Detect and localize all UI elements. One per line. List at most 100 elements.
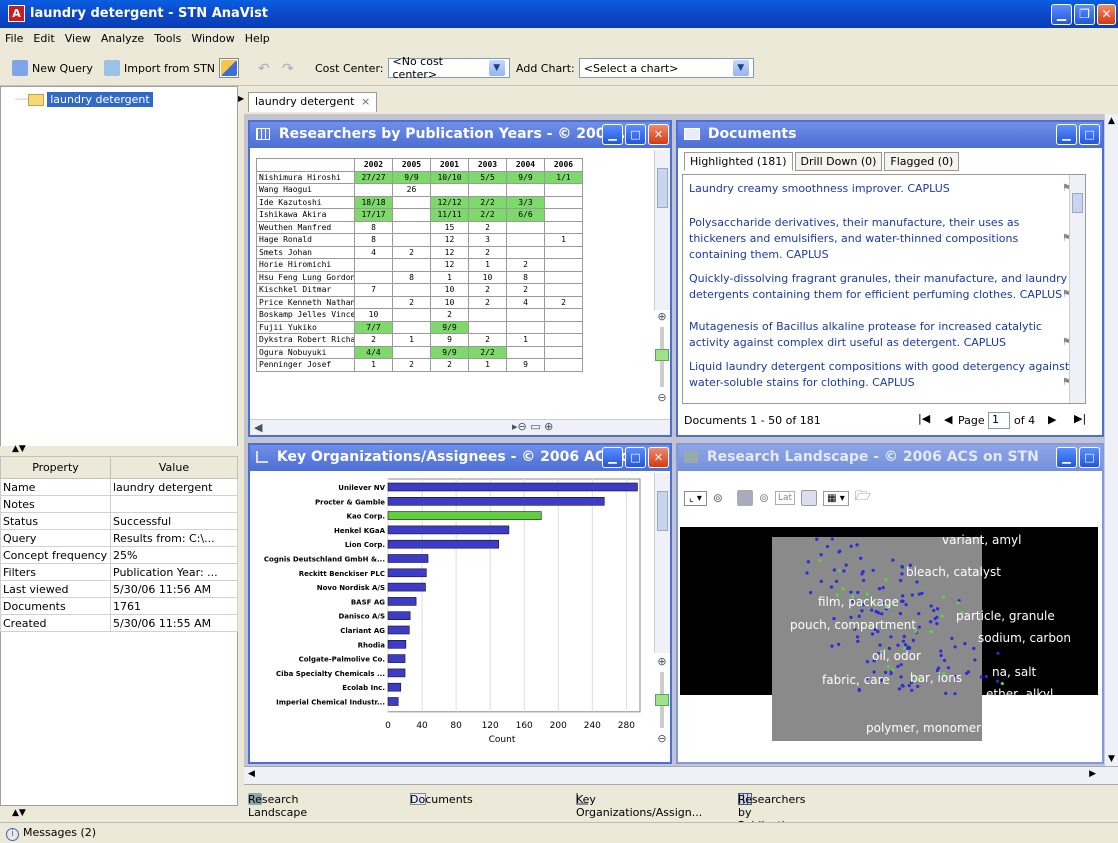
- landscape-point[interactable]: [891, 558, 895, 562]
- landscape-point[interactable]: [966, 670, 971, 674]
- landscape-point[interactable]: [837, 569, 841, 573]
- publication-count-cell[interactable]: [544, 358, 583, 372]
- scroll-thumb[interactable]: [657, 491, 668, 531]
- close-panel-button[interactable]: ✕: [648, 447, 669, 468]
- bar[interactable]: [387, 525, 510, 535]
- researcher-row[interactable]: Penninger Josef 1 2 2 1 9: [256, 358, 583, 372]
- landscape-point[interactable]: [825, 544, 830, 549]
- researcher-row[interactable]: Nishimura Hiroshi 27/27 9/9 10/10 5/5 9/9 1/1: [256, 170, 583, 184]
- landscape-point[interactable]: [805, 571, 809, 575]
- landscape-point[interactable]: [915, 580, 919, 584]
- maximize-button[interactable]: ❐: [1074, 4, 1095, 25]
- publication-count-cell[interactable]: 2: [468, 220, 507, 234]
- publication-count-cell[interactable]: [544, 195, 583, 209]
- landscape-point[interactable]: [900, 599, 904, 603]
- minimize-panel-button[interactable]: ▁: [602, 447, 623, 468]
- property-row[interactable]: Last viewed 5/30/06 11:56 AM: [0, 580, 238, 598]
- publication-count-cell[interactable]: [468, 320, 507, 334]
- publication-count-cell[interactable]: 9/9: [430, 345, 469, 359]
- landscape-point[interactable]: [1000, 681, 1004, 686]
- landscape-point[interactable]: [953, 692, 957, 695]
- landscape-point[interactable]: [857, 687, 861, 692]
- publication-count-cell[interactable]: [544, 208, 583, 222]
- publication-count-cell[interactable]: [392, 283, 431, 297]
- publication-count-cell[interactable]: [392, 233, 431, 247]
- landscape-point[interactable]: [870, 632, 875, 636]
- landscape-point[interactable]: [815, 537, 819, 541]
- menu-help[interactable]: Help: [240, 28, 275, 49]
- property-row[interactable]: Concept frequency 25%: [0, 546, 238, 564]
- landscape-point[interactable]: [806, 560, 810, 564]
- publication-count-cell[interactable]: [544, 258, 583, 272]
- landscape-point[interactable]: [860, 609, 864, 613]
- publication-count-cell[interactable]: [354, 295, 393, 309]
- landscape-point[interactable]: [956, 601, 960, 605]
- publication-count-cell[interactable]: [506, 345, 545, 359]
- publication-count-cell[interactable]: [506, 220, 545, 234]
- last-page-icon[interactable]: ▶|: [1074, 412, 1086, 425]
- year-header[interactable]: 2003: [468, 158, 507, 172]
- landscape-point[interactable]: [849, 544, 853, 548]
- researcher-row[interactable]: Fujii Yukiko 7/7 9/9: [256, 320, 583, 334]
- publication-count-cell[interactable]: [392, 195, 431, 209]
- publication-count-cell[interactable]: 2: [430, 308, 469, 322]
- researcher-row[interactable]: Ishikawa Akira 17/17 11/11 2/2 6/6: [256, 208, 583, 222]
- researcher-row[interactable]: Hage Ronald 8 12 3 1: [256, 233, 583, 247]
- publication-count-cell[interactable]: [392, 308, 431, 322]
- publication-count-cell[interactable]: 1: [354, 358, 393, 372]
- publication-count-cell[interactable]: 2/2: [468, 195, 507, 209]
- publication-count-cell[interactable]: 10/10: [430, 170, 469, 184]
- publication-count-cell[interactable]: [544, 245, 583, 259]
- menu-edit[interactable]: Edit: [28, 28, 59, 49]
- publication-count-cell[interactable]: [392, 220, 431, 234]
- document-item[interactable]: Quickly-dissolving fragrant granules, th…: [689, 271, 1073, 303]
- publication-count-cell[interactable]: [392, 320, 431, 334]
- publication-count-cell[interactable]: 6/6: [506, 208, 545, 222]
- cost-center-select[interactable]: <No cost center> ▼: [387, 55, 510, 81]
- bar[interactable]: [387, 554, 429, 563]
- scroll-up-icon[interactable]: ▲: [1108, 116, 1115, 126]
- zoom-slider-thumb[interactable]: [655, 694, 669, 706]
- property-row[interactable]: Name laundry detergent: [0, 478, 238, 496]
- close-tab-icon[interactable]: ×: [361, 95, 370, 108]
- landscape-point[interactable]: [878, 643, 882, 647]
- landscape-point[interactable]: [884, 578, 888, 582]
- publication-count-cell[interactable]: 7: [354, 283, 393, 297]
- tab-drill-down[interactable]: Drill Down (0): [794, 152, 883, 171]
- messages-button[interactable]: i Messages (2): [6, 826, 96, 841]
- landscape-point[interactable]: [936, 666, 941, 670]
- next-page-icon[interactable]: ▶: [1048, 413, 1056, 426]
- publication-count-cell[interactable]: 10: [354, 308, 393, 322]
- publication-count-cell[interactable]: 2/2: [468, 345, 507, 359]
- landscape-point[interactable]: [910, 688, 914, 692]
- publication-count-cell[interactable]: 10: [468, 270, 507, 284]
- publication-count-cell[interactable]: 1/1: [544, 170, 583, 184]
- landscape-map[interactable]: variant, amyl bleach, catalyst film, packa…: [680, 527, 1098, 755]
- publication-count-cell[interactable]: 4/4: [354, 345, 393, 359]
- landscape-cluster-label[interactable]: fabric, care: [822, 673, 890, 687]
- minimize-panel-button[interactable]: ▁: [602, 124, 623, 145]
- vertical-scrollbar[interactable]: [1069, 175, 1085, 403]
- bar[interactable]: [387, 668, 406, 678]
- landscape-point[interactable]: [916, 684, 920, 689]
- publication-count-cell[interactable]: 1: [468, 358, 507, 372]
- landscape-point[interactable]: [979, 675, 983, 679]
- publication-count-cell[interactable]: 15: [430, 220, 469, 234]
- landscape-point[interactable]: [984, 674, 988, 679]
- landscape-cluster-label[interactable]: na, salt: [992, 665, 1036, 679]
- publication-count-cell[interactable]: [354, 270, 393, 284]
- publication-count-cell[interactable]: 26: [392, 183, 431, 197]
- property-value[interactable]: 5/30/06 11:56 AM: [110, 580, 238, 598]
- publication-count-cell[interactable]: 2: [430, 358, 469, 372]
- landscape-point[interactable]: [899, 675, 903, 679]
- publication-count-cell[interactable]: [544, 270, 583, 284]
- page-input[interactable]: 1: [988, 412, 1010, 429]
- bar[interactable]: [387, 611, 411, 620]
- landscape-cluster-label[interactable]: film, package: [818, 595, 899, 609]
- landscape-point[interactable]: [935, 607, 940, 611]
- landscape-point[interactable]: [900, 565, 904, 569]
- landscape-point[interactable]: [818, 559, 822, 563]
- landscape-point[interactable]: [880, 612, 884, 616]
- landscape-point[interactable]: [972, 646, 976, 651]
- landscape-point[interactable]: [897, 687, 902, 691]
